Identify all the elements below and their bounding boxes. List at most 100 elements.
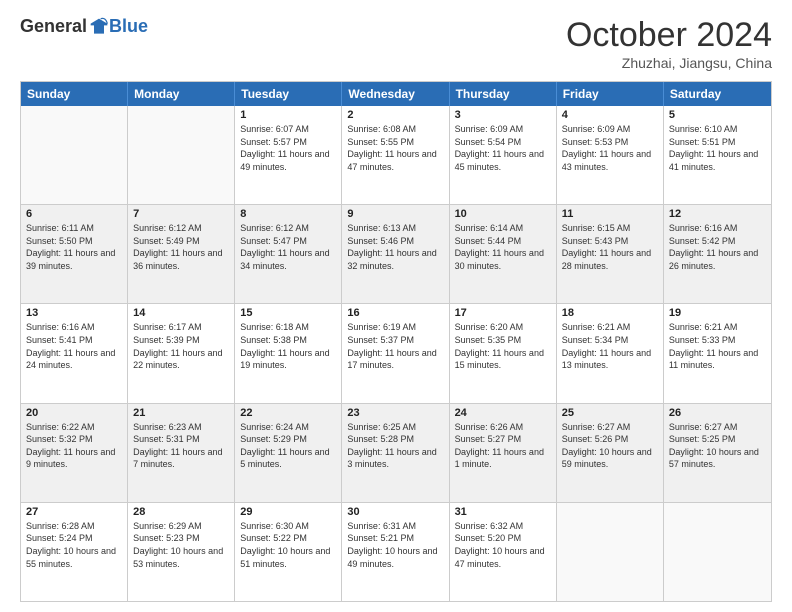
day-number: 27 [26, 506, 122, 518]
day-number: 12 [669, 208, 766, 220]
calendar-cell: 8 Sunrise: 6:12 AM Sunset: 5:47 PM Daylig… [235, 205, 342, 303]
cell-info: Sunrise: 6:19 AM Sunset: 5:37 PM Dayligh… [347, 321, 443, 371]
calendar-cell: 14 Sunrise: 6:17 AM Sunset: 5:39 PM Dayli… [128, 304, 235, 402]
title-section: October 2024 Zhuzhai, Jiangsu, China [566, 16, 772, 71]
calendar-cell [664, 503, 771, 601]
page: General Blue October 2024 Zhuzhai, Jiang… [0, 0, 792, 612]
cell-info: Sunrise: 6:09 AM Sunset: 5:54 PM Dayligh… [455, 123, 551, 173]
cell-info: Sunrise: 6:30 AM Sunset: 5:22 PM Dayligh… [240, 520, 336, 570]
calendar-cell: 17 Sunrise: 6:20 AM Sunset: 5:35 PM Dayli… [450, 304, 557, 402]
day-number: 24 [455, 407, 551, 419]
calendar-cell: 21 Sunrise: 6:23 AM Sunset: 5:31 PM Dayli… [128, 404, 235, 502]
header: General Blue October 2024 Zhuzhai, Jiang… [20, 16, 772, 71]
calendar-cell: 25Sunrise: 6:27 AM Sunset: 5:26 PM Dayli… [557, 404, 664, 502]
cell-info: Sunrise: 6:21 AM Sunset: 5:34 PM Dayligh… [562, 321, 658, 371]
calendar-cell [21, 106, 128, 204]
day-number: 19 [669, 307, 766, 319]
day-number: 30 [347, 506, 443, 518]
calendar-cell: 23 Sunrise: 6:25 AM Sunset: 5:28 PM Dayli… [342, 404, 449, 502]
calendar-cell: 13 Sunrise: 6:16 AM Sunset: 5:41 PM Dayli… [21, 304, 128, 402]
calendar-header-cell: Saturday [664, 82, 771, 106]
calendar-cell: 11Sunrise: 6:15 AM Sunset: 5:43 PM Dayli… [557, 205, 664, 303]
day-number: 21 [133, 407, 229, 419]
day-number: 16 [347, 307, 443, 319]
calendar-cell: 10 Sunrise: 6:14 AM Sunset: 5:44 PM Dayli… [450, 205, 557, 303]
calendar-cell: 28Sunrise: 6:29 AM Sunset: 5:23 PM Dayli… [128, 503, 235, 601]
cell-info: Sunrise: 6:16 AM Sunset: 5:41 PM Dayligh… [26, 321, 122, 371]
calendar-header-cell: Friday [557, 82, 664, 106]
cell-info: Sunrise: 6:32 AM Sunset: 5:20 PM Dayligh… [455, 520, 551, 570]
cell-info: Sunrise: 6:22 AM Sunset: 5:32 PM Dayligh… [26, 421, 122, 471]
cell-info: Sunrise: 6:20 AM Sunset: 5:35 PM Dayligh… [455, 321, 551, 371]
cell-info: Sunrise: 6:18 AM Sunset: 5:38 PM Dayligh… [240, 321, 336, 371]
cell-info: Sunrise: 6:08 AM Sunset: 5:55 PM Dayligh… [347, 123, 443, 173]
cell-info: Sunrise: 6:31 AM Sunset: 5:21 PM Dayligh… [347, 520, 443, 570]
logo-blue: Blue [109, 16, 148, 37]
day-number: 1 [240, 109, 336, 121]
calendar-row: 1 Sunrise: 6:07 AM Sunset: 5:57 PM Daylig… [21, 106, 771, 204]
cell-info: Sunrise: 6:27 AM Sunset: 5:25 PM Dayligh… [669, 421, 766, 471]
calendar-cell: 30 Sunrise: 6:31 AM Sunset: 5:21 PM Dayli… [342, 503, 449, 601]
day-number: 18 [562, 307, 658, 319]
calendar-body: 1 Sunrise: 6:07 AM Sunset: 5:57 PM Daylig… [21, 106, 771, 601]
calendar-cell: 18 Sunrise: 6:21 AM Sunset: 5:34 PM Dayli… [557, 304, 664, 402]
calendar-row: 27 Sunrise: 6:28 AM Sunset: 5:24 PM Dayli… [21, 502, 771, 601]
calendar-header-cell: Wednesday [342, 82, 449, 106]
day-number: 26 [669, 407, 766, 419]
day-number: 22 [240, 407, 336, 419]
calendar-cell: 22Sunrise: 6:24 AM Sunset: 5:29 PM Dayli… [235, 404, 342, 502]
cell-info: Sunrise: 6:14 AM Sunset: 5:44 PM Dayligh… [455, 222, 551, 272]
cell-info: Sunrise: 6:13 AM Sunset: 5:46 PM Dayligh… [347, 222, 443, 272]
cell-info: Sunrise: 6:17 AM Sunset: 5:39 PM Dayligh… [133, 321, 229, 371]
calendar-cell: 6 Sunrise: 6:11 AM Sunset: 5:50 PM Daylig… [21, 205, 128, 303]
day-number: 9 [347, 208, 443, 220]
calendar-header-cell: Sunday [21, 82, 128, 106]
logo-icon [89, 17, 109, 37]
calendar-cell [557, 503, 664, 601]
day-number: 4 [562, 109, 658, 121]
calendar-header: SundayMondayTuesdayWednesdayThursdayFrid… [21, 82, 771, 106]
day-number: 5 [669, 109, 766, 121]
calendar-cell: 20 Sunrise: 6:22 AM Sunset: 5:32 PM Dayli… [21, 404, 128, 502]
logo: General Blue [20, 16, 148, 37]
calendar-header-cell: Monday [128, 82, 235, 106]
calendar-cell: 3Sunrise: 6:09 AM Sunset: 5:54 PM Daylig… [450, 106, 557, 204]
cell-info: Sunrise: 6:09 AM Sunset: 5:53 PM Dayligh… [562, 123, 658, 173]
day-number: 31 [455, 506, 551, 518]
calendar-cell: 16 Sunrise: 6:19 AM Sunset: 5:37 PM Dayli… [342, 304, 449, 402]
calendar-row: 20 Sunrise: 6:22 AM Sunset: 5:32 PM Dayli… [21, 403, 771, 502]
day-number: 6 [26, 208, 122, 220]
cell-info: Sunrise: 6:11 AM Sunset: 5:50 PM Dayligh… [26, 222, 122, 272]
cell-info: Sunrise: 6:12 AM Sunset: 5:47 PM Dayligh… [240, 222, 336, 272]
day-number: 10 [455, 208, 551, 220]
cell-info: Sunrise: 6:25 AM Sunset: 5:28 PM Dayligh… [347, 421, 443, 471]
cell-info: Sunrise: 6:12 AM Sunset: 5:49 PM Dayligh… [133, 222, 229, 272]
cell-info: Sunrise: 6:15 AM Sunset: 5:43 PM Dayligh… [562, 222, 658, 272]
calendar-cell: 24 Sunrise: 6:26 AM Sunset: 5:27 PM Dayli… [450, 404, 557, 502]
day-number: 17 [455, 307, 551, 319]
day-number: 8 [240, 208, 336, 220]
cell-info: Sunrise: 6:10 AM Sunset: 5:51 PM Dayligh… [669, 123, 766, 173]
month-title: October 2024 [566, 16, 772, 55]
day-number: 23 [347, 407, 443, 419]
cell-info: Sunrise: 6:28 AM Sunset: 5:24 PM Dayligh… [26, 520, 122, 570]
calendar-cell: 5 Sunrise: 6:10 AM Sunset: 5:51 PM Daylig… [664, 106, 771, 204]
day-number: 13 [26, 307, 122, 319]
calendar-header-cell: Tuesday [235, 82, 342, 106]
cell-info: Sunrise: 6:26 AM Sunset: 5:27 PM Dayligh… [455, 421, 551, 471]
day-number: 20 [26, 407, 122, 419]
cell-info: Sunrise: 6:07 AM Sunset: 5:57 PM Dayligh… [240, 123, 336, 173]
day-number: 29 [240, 506, 336, 518]
calendar-cell: 2 Sunrise: 6:08 AM Sunset: 5:55 PM Daylig… [342, 106, 449, 204]
calendar-cell: 9 Sunrise: 6:13 AM Sunset: 5:46 PM Daylig… [342, 205, 449, 303]
day-number: 28 [133, 506, 229, 518]
cell-info: Sunrise: 6:21 AM Sunset: 5:33 PM Dayligh… [669, 321, 766, 371]
calendar-cell: 15 Sunrise: 6:18 AM Sunset: 5:38 PM Dayli… [235, 304, 342, 402]
calendar-cell: 4 Sunrise: 6:09 AM Sunset: 5:53 PM Daylig… [557, 106, 664, 204]
day-number: 2 [347, 109, 443, 121]
cell-info: Sunrise: 6:23 AM Sunset: 5:31 PM Dayligh… [133, 421, 229, 471]
day-number: 14 [133, 307, 229, 319]
calendar-cell: 31 Sunrise: 6:32 AM Sunset: 5:20 PM Dayli… [450, 503, 557, 601]
calendar-cell: 29 Sunrise: 6:30 AM Sunset: 5:22 PM Dayli… [235, 503, 342, 601]
day-number: 15 [240, 307, 336, 319]
